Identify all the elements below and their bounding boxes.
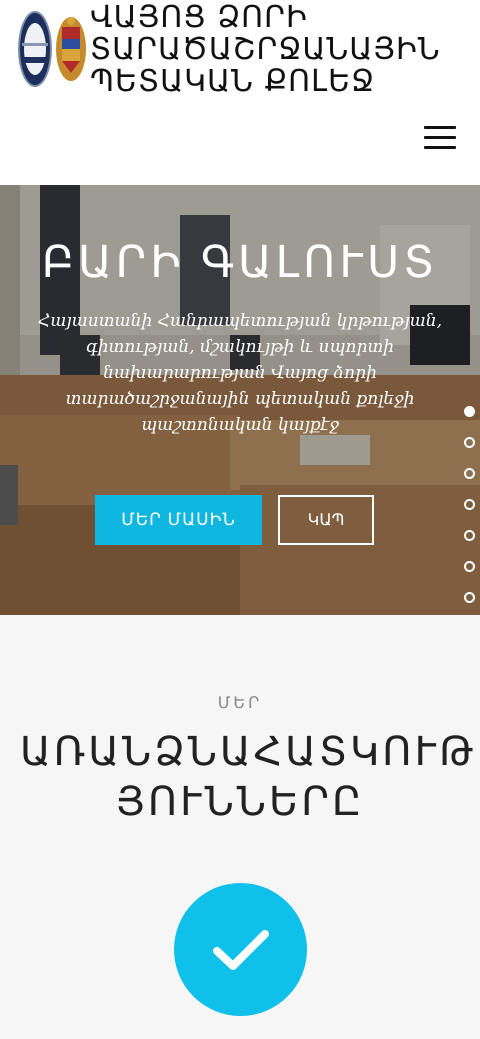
slide-dot-7[interactable] — [464, 592, 475, 603]
hamburger-menu-icon[interactable] — [424, 126, 456, 150]
hero-title: ԲԱՐԻ ԳԱԼՈՒՍՏ — [41, 238, 439, 287]
about-us-button[interactable]: ՄԵՐ ՄԱՍԻՆ — [95, 495, 262, 545]
contact-button[interactable]: ԿԱՊ — [278, 495, 374, 545]
checkmark-icon — [212, 929, 269, 970]
site-header: ՎԱՅՈՑ ՁՈՐԻ ՏԱՐԱԾԱՇՐՋԱՆԱՅԻՆ ՊԵՏԱԿԱՆ ՔՈԼԵՋ — [0, 0, 480, 185]
slide-dot-5[interactable] — [464, 530, 475, 541]
slide-dot-2[interactable] — [464, 437, 475, 448]
college-seal-icon[interactable] — [18, 11, 52, 87]
slide-dot-1[interactable] — [464, 406, 475, 417]
feature-circle — [174, 883, 307, 1016]
features-kicker: ՄԵՐ — [217, 695, 263, 712]
features-title: ԱՌԱՆՁՆԱՀԱՏԿՈՒԹ ՅՈՒՆՆԵՐԸ — [20, 730, 477, 824]
armenia-coat-of-arms-icon — [56, 17, 86, 81]
slide-dot-4[interactable] — [464, 499, 475, 510]
slider-pagination — [464, 406, 476, 615]
slide-dot-6[interactable] — [464, 561, 475, 572]
site-title[interactable]: ՎԱՅՈՑ ՁՈՐԻ ՏԱՐԱԾԱՇՐՋԱՆԱՅԻՆ ՊԵՏԱԿԱՆ ՔՈԼԵՋ — [90, 2, 470, 98]
features-section: ՄԵՐ ԱՌԱՆՁՆԱՀԱՏԿՈՒԹ ՅՈՒՆՆԵՐԸ — [0, 615, 480, 1039]
hero-slider: ԲԱՐԻ ԳԱԼՈՒՍՏ Հայաստանի Հանրապետության կր… — [0, 185, 480, 615]
slide-dot-3[interactable] — [464, 468, 475, 479]
hero-subtitle: Հայաստանի Հանրապետության կրթության, գիտո… — [38, 311, 442, 435]
